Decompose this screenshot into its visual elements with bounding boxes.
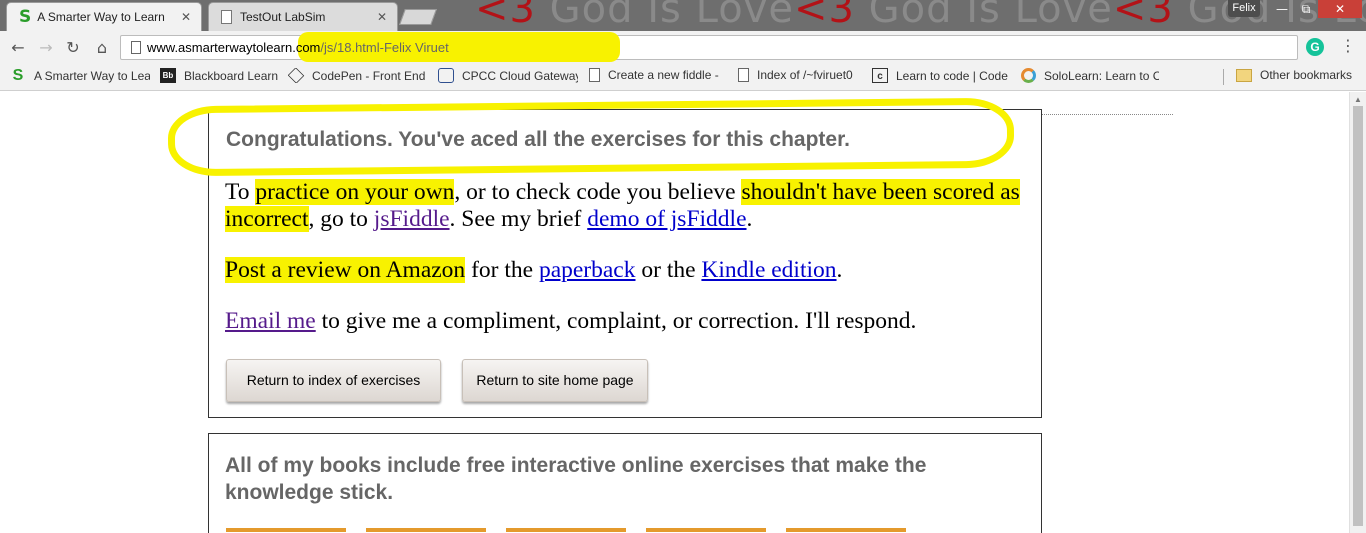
reload-icon[interactable]: ↻ xyxy=(63,38,83,57)
scrollbar-thumb[interactable] xyxy=(1353,106,1363,526)
cpcc-icon xyxy=(438,68,454,83)
other-bookmarks[interactable]: Other bookmarks xyxy=(1236,68,1361,82)
text: . xyxy=(746,206,753,232)
address-bar[interactable]: www.asmarterwaytolearn.com/js/18.html-Fe… xyxy=(120,32,1298,62)
document-icon xyxy=(221,10,232,24)
book-cover-edge[interactable] xyxy=(786,528,906,532)
demo-jsfiddle-link[interactable]: demo of jsFiddle xyxy=(587,206,746,232)
document-icon xyxy=(738,68,749,82)
text: or the xyxy=(635,257,702,283)
home-icon[interactable]: ⌂ xyxy=(92,38,112,57)
bookmark-sololearn[interactable]: SoloLearn: Learn to C xyxy=(1021,68,1159,83)
tab-label: TestOut LabSim xyxy=(240,10,326,24)
blackboard-icon: Bb xyxy=(160,68,176,83)
highlight-circle-mark xyxy=(167,97,1015,177)
bookmark-blackboard[interactable]: Bb Blackboard Learn xyxy=(160,68,280,83)
book-cover-edge[interactable] xyxy=(366,528,486,532)
review-paragraph: Post a review on Amazon for the paperbac… xyxy=(225,257,1025,284)
bookmark-label: CPCC Cloud Gateway xyxy=(462,68,578,83)
url-path: /js/18.html-Felix Viruet xyxy=(320,40,449,55)
new-tab-button[interactable] xyxy=(399,9,437,25)
text: , or to check code you believe xyxy=(454,179,742,205)
bookmarks-bar: S A Smarter Way to Lea Bb Blackboard Lea… xyxy=(0,63,1366,91)
email-me-link[interactable]: Email me xyxy=(225,308,316,334)
bookmark-codepen[interactable]: CodePen - Front End xyxy=(288,68,426,83)
tab-label: A Smarter Way to Learn J xyxy=(37,10,168,24)
text: for the xyxy=(465,257,539,283)
tab-testout-labsim[interactable]: TestOut LabSim ✕ xyxy=(208,2,398,31)
url-host: www.asmarterwaytolearn.com xyxy=(147,40,321,55)
bookmark-label: Learn to code | Code xyxy=(896,68,1008,83)
wallpaper-phrase: God Is Love xyxy=(535,0,794,31)
bookmark-label: Blackboard Learn xyxy=(184,68,279,83)
bookmark-index[interactable]: Index of /~fviruet0 xyxy=(738,68,862,82)
vertical-scrollbar[interactable]: ▲ xyxy=(1349,92,1366,533)
minimize-icon[interactable]: — xyxy=(1270,0,1294,18)
bookmark-label: SoloLearn: Learn to C xyxy=(1044,68,1159,83)
jsfiddle-link[interactable]: jsFiddle xyxy=(374,206,450,232)
codecademy-icon: c xyxy=(872,68,888,83)
text: , go to xyxy=(308,206,374,232)
close-icon[interactable]: ✕ xyxy=(181,10,191,24)
bookmark-label: A Smarter Way to Lea xyxy=(34,68,150,83)
text: . xyxy=(836,257,843,283)
bookmark-label: CodePen - Front End xyxy=(312,68,426,83)
books-panel: All of my books include free interactive… xyxy=(208,433,1042,533)
book-cover-edge[interactable] xyxy=(646,528,766,532)
bookmarks-divider xyxy=(1223,69,1224,85)
url-text[interactable]: www.asmarterwaytolearn.com/js/18.html-Fe… xyxy=(147,40,449,55)
paperback-link[interactable]: paperback xyxy=(539,257,636,283)
restore-icon[interactable]: ⧉ xyxy=(1294,0,1318,18)
profile-button[interactable]: Felix xyxy=(1228,0,1260,17)
bookmark-jsfiddle[interactable]: Create a new fiddle - xyxy=(589,68,723,82)
heart-text: <3 xyxy=(1112,0,1174,31)
bookmark-codecademy[interactable]: c Learn to code | Code xyxy=(872,68,1010,83)
highlighted-text: Post a review on Amazon xyxy=(225,257,466,283)
browser-toolbar: ← → ↻ ⌂ www.asmarterwaytolearn.com/js/18… xyxy=(0,31,1366,63)
close-window-icon[interactable]: ✕ xyxy=(1318,0,1362,18)
bookmark-smarter-way[interactable]: S A Smarter Way to Lea xyxy=(10,68,150,83)
page-content: Congratulations. You've aced all the exe… xyxy=(0,92,1366,533)
grammarly-extension-icon[interactable]: G xyxy=(1306,38,1324,56)
heart-text: <3 xyxy=(793,0,855,31)
bookmark-cpcc[interactable]: CPCC Cloud Gateway xyxy=(438,68,578,83)
return-to-home-button[interactable]: Return to site home page xyxy=(462,359,648,402)
browser-title-bar: <3 God Is Love<3 God Is Love<3 God Is Lo… xyxy=(0,0,1366,31)
heart-text: <3 xyxy=(475,0,536,31)
practice-paragraph: To practice on your own, or to check cod… xyxy=(225,179,1025,233)
folder-icon xyxy=(1236,68,1252,82)
text: . See my brief xyxy=(449,206,588,232)
menu-kebab-icon[interactable]: ⋮ xyxy=(1340,36,1356,55)
close-icon[interactable]: ✕ xyxy=(377,10,387,24)
book-cover-edge[interactable] xyxy=(506,528,626,532)
tab-smarter-way[interactable]: S A Smarter Way to Learn J ✕ xyxy=(6,2,202,31)
kindle-edition-link[interactable]: Kindle edition xyxy=(701,257,836,283)
bookmark-label: Other bookmarks xyxy=(1260,68,1353,82)
codepen-icon xyxy=(288,68,305,83)
bookmark-label: Create a new fiddle - xyxy=(608,68,719,82)
books-heading: All of my books include free interactive… xyxy=(225,454,927,504)
text: to give me a compliment, complaint, or c… xyxy=(315,308,917,334)
forward-arrow-icon[interactable]: → xyxy=(36,38,56,57)
email-paragraph: Email me to give me a compliment, compla… xyxy=(225,308,1025,335)
bookmark-label: Index of /~fviruet0 xyxy=(757,68,853,82)
scroll-up-arrow-icon[interactable]: ▲ xyxy=(1354,95,1362,104)
text: To xyxy=(225,179,256,205)
page-info-icon[interactable] xyxy=(131,41,141,54)
return-to-index-button[interactable]: Return to index of exercises xyxy=(226,359,441,402)
document-icon xyxy=(589,68,600,82)
s-icon: S xyxy=(19,7,32,27)
highlighted-text: practice on your own xyxy=(255,179,455,205)
s-icon: S xyxy=(12,68,24,83)
back-arrow-icon[interactable]: ← xyxy=(8,38,28,57)
sololearn-icon xyxy=(1021,68,1036,83)
book-cover-edge[interactable] xyxy=(226,528,346,532)
wallpaper-phrase: God Is Love xyxy=(854,0,1113,31)
